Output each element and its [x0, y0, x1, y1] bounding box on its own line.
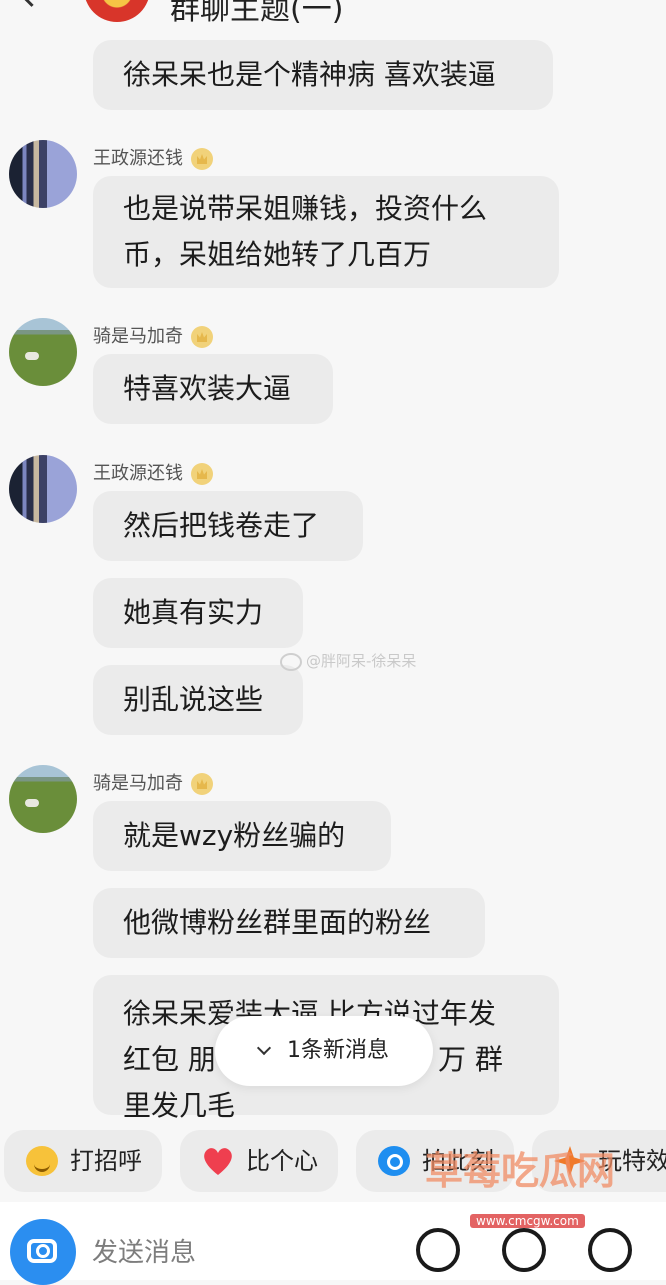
quick-action-label: 比个心 — [246, 1147, 318, 1175]
message-line: 币，呆姐给她转了几百万 — [123, 238, 432, 271]
smile-icon — [26, 1146, 58, 1176]
camera-icon — [378, 1146, 410, 1176]
avatar[interactable] — [9, 140, 77, 208]
weibo-logo-icon — [280, 652, 302, 671]
group-avatar[interactable] — [84, 0, 150, 22]
watermark-text: @胖阿呆-徐呆呆 — [306, 652, 417, 670]
message-bubble[interactable]: 别乱说这些 — [93, 665, 303, 735]
message-bubble[interactable]: 特喜欢装大逼 — [93, 354, 333, 424]
message-bubble[interactable]: 他微博粉丝群里面的粉丝 — [93, 888, 485, 958]
voice-icon[interactable] — [416, 1228, 460, 1272]
message-line: 也是说带呆姐赚钱，投资什么 — [123, 192, 488, 225]
sender-label: 王政源还钱 — [93, 463, 183, 484]
camera-lens-icon — [36, 1244, 50, 1258]
quick-action-greet[interactable]: 打招呼 — [4, 1130, 162, 1192]
avatar[interactable] — [9, 765, 77, 833]
sender-label: 骑是马加奇 — [93, 326, 183, 347]
message-line-tail: 万 群 — [438, 1043, 503, 1076]
weibo-watermark: @胖阿呆-徐呆呆 — [280, 650, 416, 671]
crown-badge-icon — [191, 773, 213, 795]
camera-button[interactable] — [10, 1219, 76, 1285]
back-arrow-icon[interactable] — [18, 0, 45, 7]
message-input[interactable]: 发送消息 — [92, 1232, 196, 1269]
message-bubble[interactable]: 也是说带呆姐赚钱，投资什么 币，呆姐给她转了几百万 — [93, 176, 559, 288]
chevron-down-icon — [256, 1040, 272, 1056]
quick-action-heart[interactable]: 比个心 — [180, 1130, 338, 1192]
site-watermark-url: www.cmcgw.com — [470, 1214, 585, 1228]
avatar[interactable] — [9, 318, 77, 386]
crown-badge-icon — [191, 326, 213, 348]
sender-name: 王政源还钱 — [93, 144, 213, 170]
new-messages-label: 1条新消息 — [287, 1038, 389, 1063]
message-line-part: 红包 朋 — [123, 1043, 216, 1076]
message-bubble[interactable]: 然后把钱卷走了 — [93, 491, 363, 561]
quick-action-label: 打招呼 — [70, 1147, 142, 1175]
add-icon[interactable] — [588, 1228, 632, 1272]
site-watermark: 草莓吃瓜网 — [425, 1149, 616, 1193]
new-messages-button[interactable]: 1条新消息 — [215, 1016, 433, 1086]
sender-label: 骑是马加奇 — [93, 773, 183, 794]
sender-name: 骑是马加奇 — [93, 322, 213, 348]
sender-label: 王政源还钱 — [93, 148, 183, 169]
crown-badge-icon — [191, 148, 213, 170]
message-bubble[interactable]: 徐呆呆也是个精神病 喜欢装逼 — [93, 40, 553, 110]
message-bubble[interactable]: 就是wzy粉丝骗的 — [93, 801, 391, 871]
heart-icon — [202, 1146, 234, 1176]
sender-name: 王政源还钱 — [93, 459, 213, 485]
message-bubble[interactable]: 她真有实力 — [93, 578, 303, 648]
emoji-icon[interactable] — [502, 1228, 546, 1272]
avatar[interactable] — [9, 455, 77, 523]
sender-name: 骑是马加奇 — [93, 769, 213, 795]
chat-header: 群聊主题(一) — [0, 0, 666, 28]
crown-badge-icon — [191, 463, 213, 485]
chat-title: 群聊主题(一) — [170, 0, 344, 27]
